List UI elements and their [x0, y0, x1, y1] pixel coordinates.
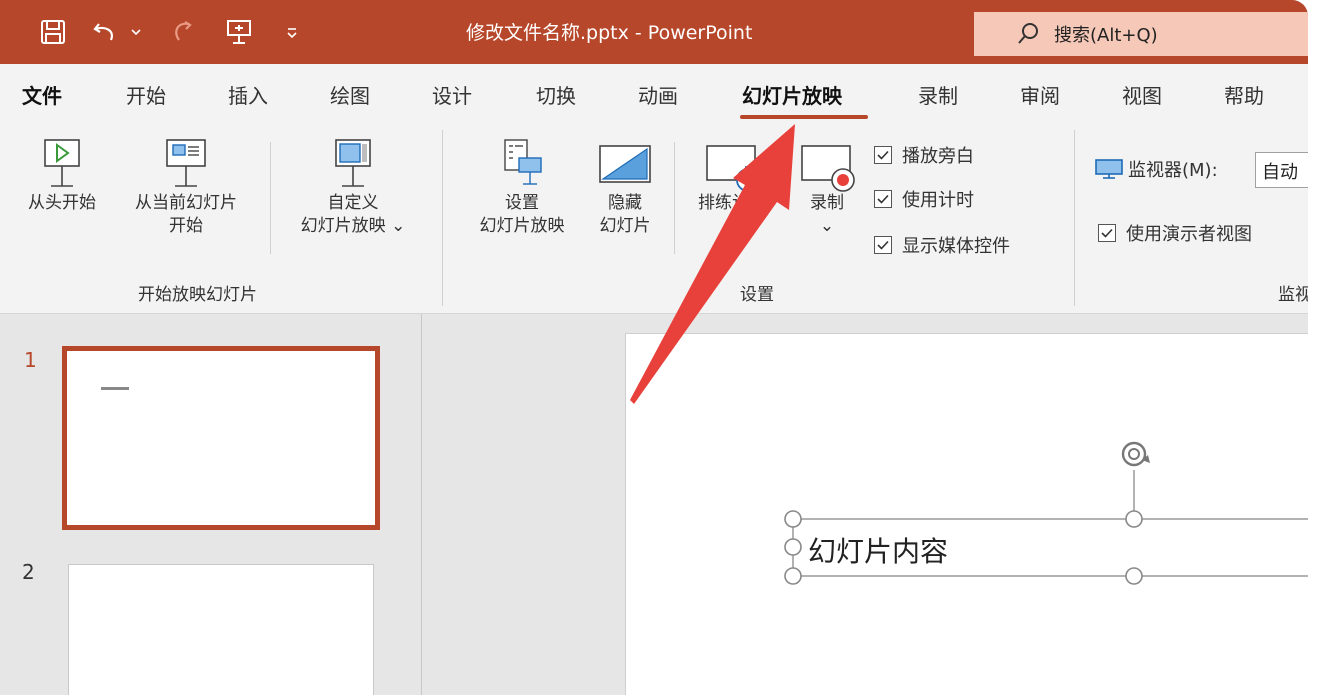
slide-thumbnail-1[interactable] — [62, 346, 380, 530]
tab-insert[interactable]: 插入 — [228, 80, 268, 109]
tab-slide-show[interactable]: 幻灯片放映 — [742, 80, 842, 109]
show-media-controls-label: 显示媒体控件 — [902, 236, 1010, 257]
document-title: 修改文件名称.pptx - PowerPoint — [466, 22, 753, 44]
custom-label-line2: 幻灯片放映 ⌄ — [300, 216, 406, 236]
tab-design[interactable]: 设计 — [432, 80, 472, 109]
slide-text-content[interactable]: 幻灯片内容 — [808, 530, 948, 570]
monitor-selector: 监视器(M): — [1094, 156, 1218, 182]
annotation-arrow-icon — [630, 124, 795, 404]
chevron-down-icon: ⌄ — [391, 216, 406, 236]
setup-slideshow-icon — [504, 139, 542, 185]
resize-handle[interactable] — [784, 567, 802, 585]
rotate-handle-icon[interactable] — [1121, 441, 1150, 467]
use-timings-checkbox[interactable]: 使用计时 — [874, 186, 974, 212]
resize-handle[interactable] — [784, 538, 802, 556]
show-media-controls-checkbox[interactable]: 显示媒体控件 — [874, 232, 1010, 258]
search-box[interactable]: 搜索(Alt+Q) — [974, 12, 1308, 56]
checkmark-icon — [874, 236, 892, 254]
tab-view[interactable]: 视图 — [1122, 80, 1162, 109]
slide-thumbnail-2[interactable] — [68, 564, 374, 695]
slideshow-start-icon — [44, 139, 80, 187]
present-from-start-icon[interactable] — [222, 14, 256, 50]
from-beginning-button[interactable]: 从头开始 — [14, 136, 110, 215]
monitor-dropdown[interactable]: 自动 — [1255, 152, 1308, 188]
tab-review[interactable]: 审阅 — [1020, 80, 1060, 109]
from-current-label-line2: 开始 — [169, 216, 203, 236]
thumbnail-text-line — [101, 387, 129, 390]
from-current-label-line1: 从当前幻灯片 — [135, 193, 237, 213]
custom-label-line1: 自定义 — [327, 193, 379, 213]
divider — [270, 142, 271, 254]
powerpoint-window: 修改文件名称.pptx - PowerPoint 搜索(Alt+Q) 文件 开始… — [0, 0, 1308, 695]
redo-icon[interactable] — [166, 14, 200, 50]
slide-number-2: 2 — [22, 560, 35, 584]
checkmark-icon — [874, 146, 892, 164]
from-beginning-label: 从头开始 — [28, 193, 96, 213]
resize-handle[interactable] — [1125, 510, 1143, 528]
setup-label-line2: 幻灯片放映 — [479, 216, 565, 236]
ribbon-tabs: 文件 开始 插入 绘图 设计 切换 动画 幻灯片放映 录制 审阅 视图 帮助 — [0, 64, 1308, 124]
setup-label-line1: 设置 — [505, 193, 539, 213]
checkmark-icon — [874, 190, 892, 208]
undo-dropdown-icon[interactable] — [124, 14, 148, 50]
slideshow-current-icon — [166, 139, 206, 187]
group-divider — [1074, 130, 1075, 306]
customize-qat-icon[interactable] — [280, 14, 304, 50]
presenter-view-checkbox[interactable]: 使用演示者视图 — [1098, 220, 1252, 246]
tab-draw[interactable]: 绘图 — [330, 80, 370, 109]
text-box-selection[interactable] — [770, 430, 1308, 600]
presenter-view-label: 使用演示者视图 — [1126, 224, 1252, 245]
slide-thumbnails-pane: 1 2 — [0, 314, 422, 695]
save-icon[interactable] — [36, 14, 70, 50]
tab-home[interactable]: 开始 — [126, 80, 166, 109]
group-label-start-slideshow: 开始放映幻灯片 — [138, 285, 257, 305]
tab-record[interactable]: 录制 — [918, 80, 958, 109]
use-timings-label: 使用计时 — [902, 190, 974, 211]
play-narration-label: 播放旁白 — [902, 146, 974, 167]
play-narration-checkbox[interactable]: 播放旁白 — [874, 142, 974, 168]
group-divider — [442, 130, 443, 306]
resize-handle[interactable] — [1125, 567, 1143, 585]
active-tab-indicator — [740, 115, 868, 119]
slide-number-1: 1 — [24, 348, 37, 372]
custom-slide-show-button[interactable]: 自定义 幻灯片放映 ⌄ — [282, 136, 424, 238]
custom-slideshow-icon — [335, 139, 371, 187]
from-current-slide-button[interactable]: 从当前幻灯片 开始 — [116, 136, 256, 238]
title-bar: 修改文件名称.pptx - PowerPoint 搜索(Alt+Q) — [0, 0, 1308, 64]
tab-animations[interactable]: 动画 — [638, 80, 678, 109]
search-icon — [1016, 22, 1040, 46]
monitor-icon — [1094, 158, 1124, 180]
resize-handle[interactable] — [784, 510, 802, 528]
undo-icon[interactable] — [88, 14, 122, 50]
setup-slide-show-button[interactable]: 设置 幻灯片放映 — [460, 136, 584, 238]
group-label-monitors: 监视器 — [1278, 285, 1308, 305]
tab-transitions[interactable]: 切换 — [536, 80, 576, 109]
monitor-label: 监视器(M): — [1128, 160, 1218, 181]
checkmark-icon — [1098, 224, 1116, 242]
tab-help[interactable]: 帮助 — [1224, 80, 1264, 109]
search-label: 搜索(Alt+Q) — [1054, 25, 1158, 46]
tab-file[interactable]: 文件 — [22, 80, 62, 109]
